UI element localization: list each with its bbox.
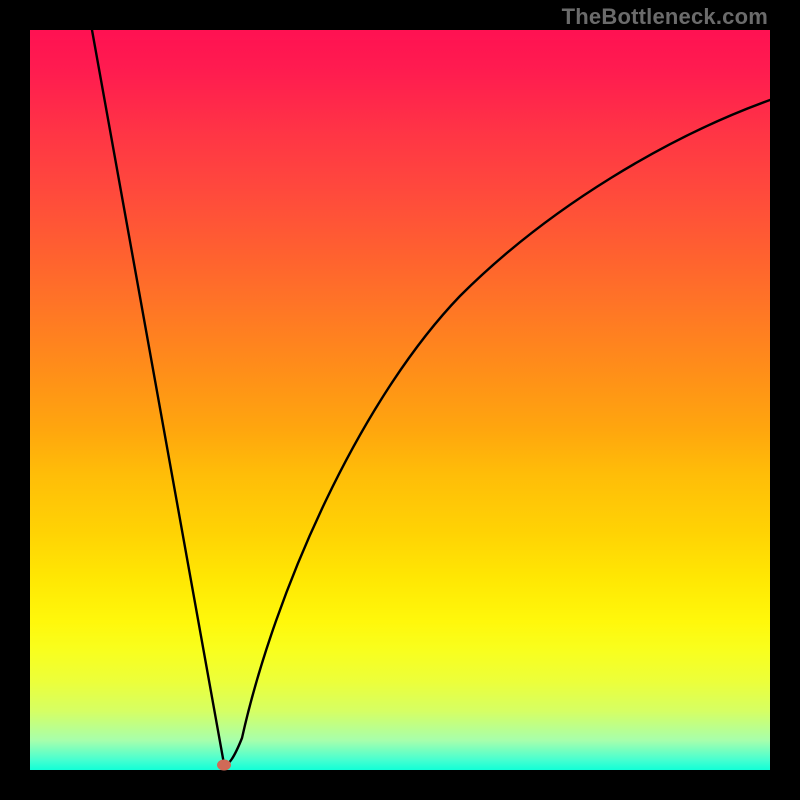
- bottleneck-curve: [30, 30, 770, 770]
- attribution-text: TheBottleneck.com: [562, 4, 768, 30]
- bottleneck-marker: [217, 760, 231, 771]
- curve-left-path: [92, 30, 224, 764]
- curve-right-path: [224, 100, 770, 764]
- chart-frame: [30, 30, 770, 770]
